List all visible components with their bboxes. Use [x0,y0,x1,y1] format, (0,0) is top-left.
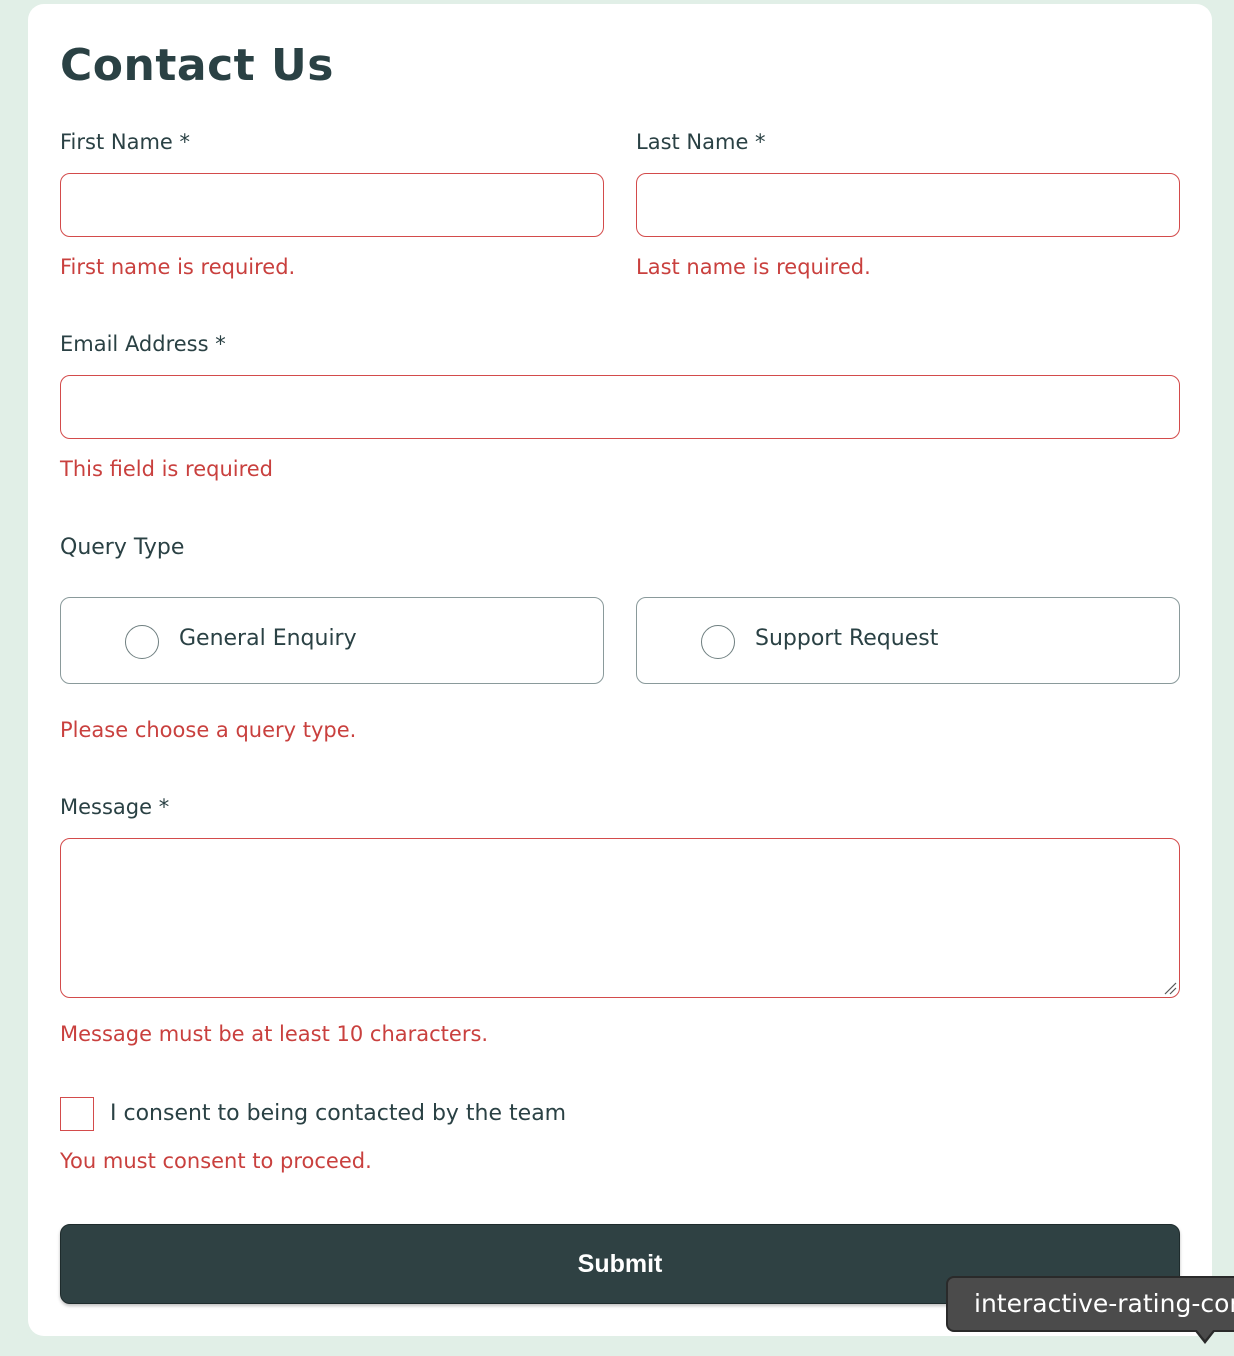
email-input[interactable] [60,375,1180,439]
first-name-label: First Name * [60,130,190,154]
message-label: Message * [60,795,170,819]
tooltip-arrow-inner [1196,1329,1214,1340]
email-label: Email Address * [60,332,226,356]
tooltip: interactive-rating-component [946,1276,1234,1332]
consent-error: You must consent to proceed. [60,1149,372,1173]
radio-button-support-request[interactable] [701,625,735,659]
radio-label-general-enquiry: General Enquiry [179,626,357,651]
first-name-error: First name is required. [60,255,296,279]
query-type-error: Please choose a query type. [60,718,357,742]
email-error: This field is required [60,457,274,481]
radio-option-support-request[interactable]: Support Request [636,597,1180,684]
last-name-label: Last Name * [636,130,766,154]
radio-label-support-request: Support Request [755,626,939,651]
first-name-input[interactable] [60,173,604,237]
query-type-label: Query Type [60,535,185,560]
radio-option-general-enquiry[interactable]: General Enquiry [60,597,604,684]
consent-label: I consent to being contacted by the team [110,1101,567,1126]
message-textarea[interactable] [60,838,1180,998]
message-error: Message must be at least 10 characters. [60,1022,489,1046]
resize-grip-icon[interactable] [1163,981,1177,995]
page-title: Contact Us [60,40,334,91]
radio-button-general-enquiry[interactable] [125,625,159,659]
consent-checkbox[interactable] [60,1097,94,1131]
contact-form-card: Contact Us First Name * First name is re… [28,4,1212,1336]
last-name-error: Last name is required. [636,255,871,279]
last-name-input[interactable] [636,173,1180,237]
